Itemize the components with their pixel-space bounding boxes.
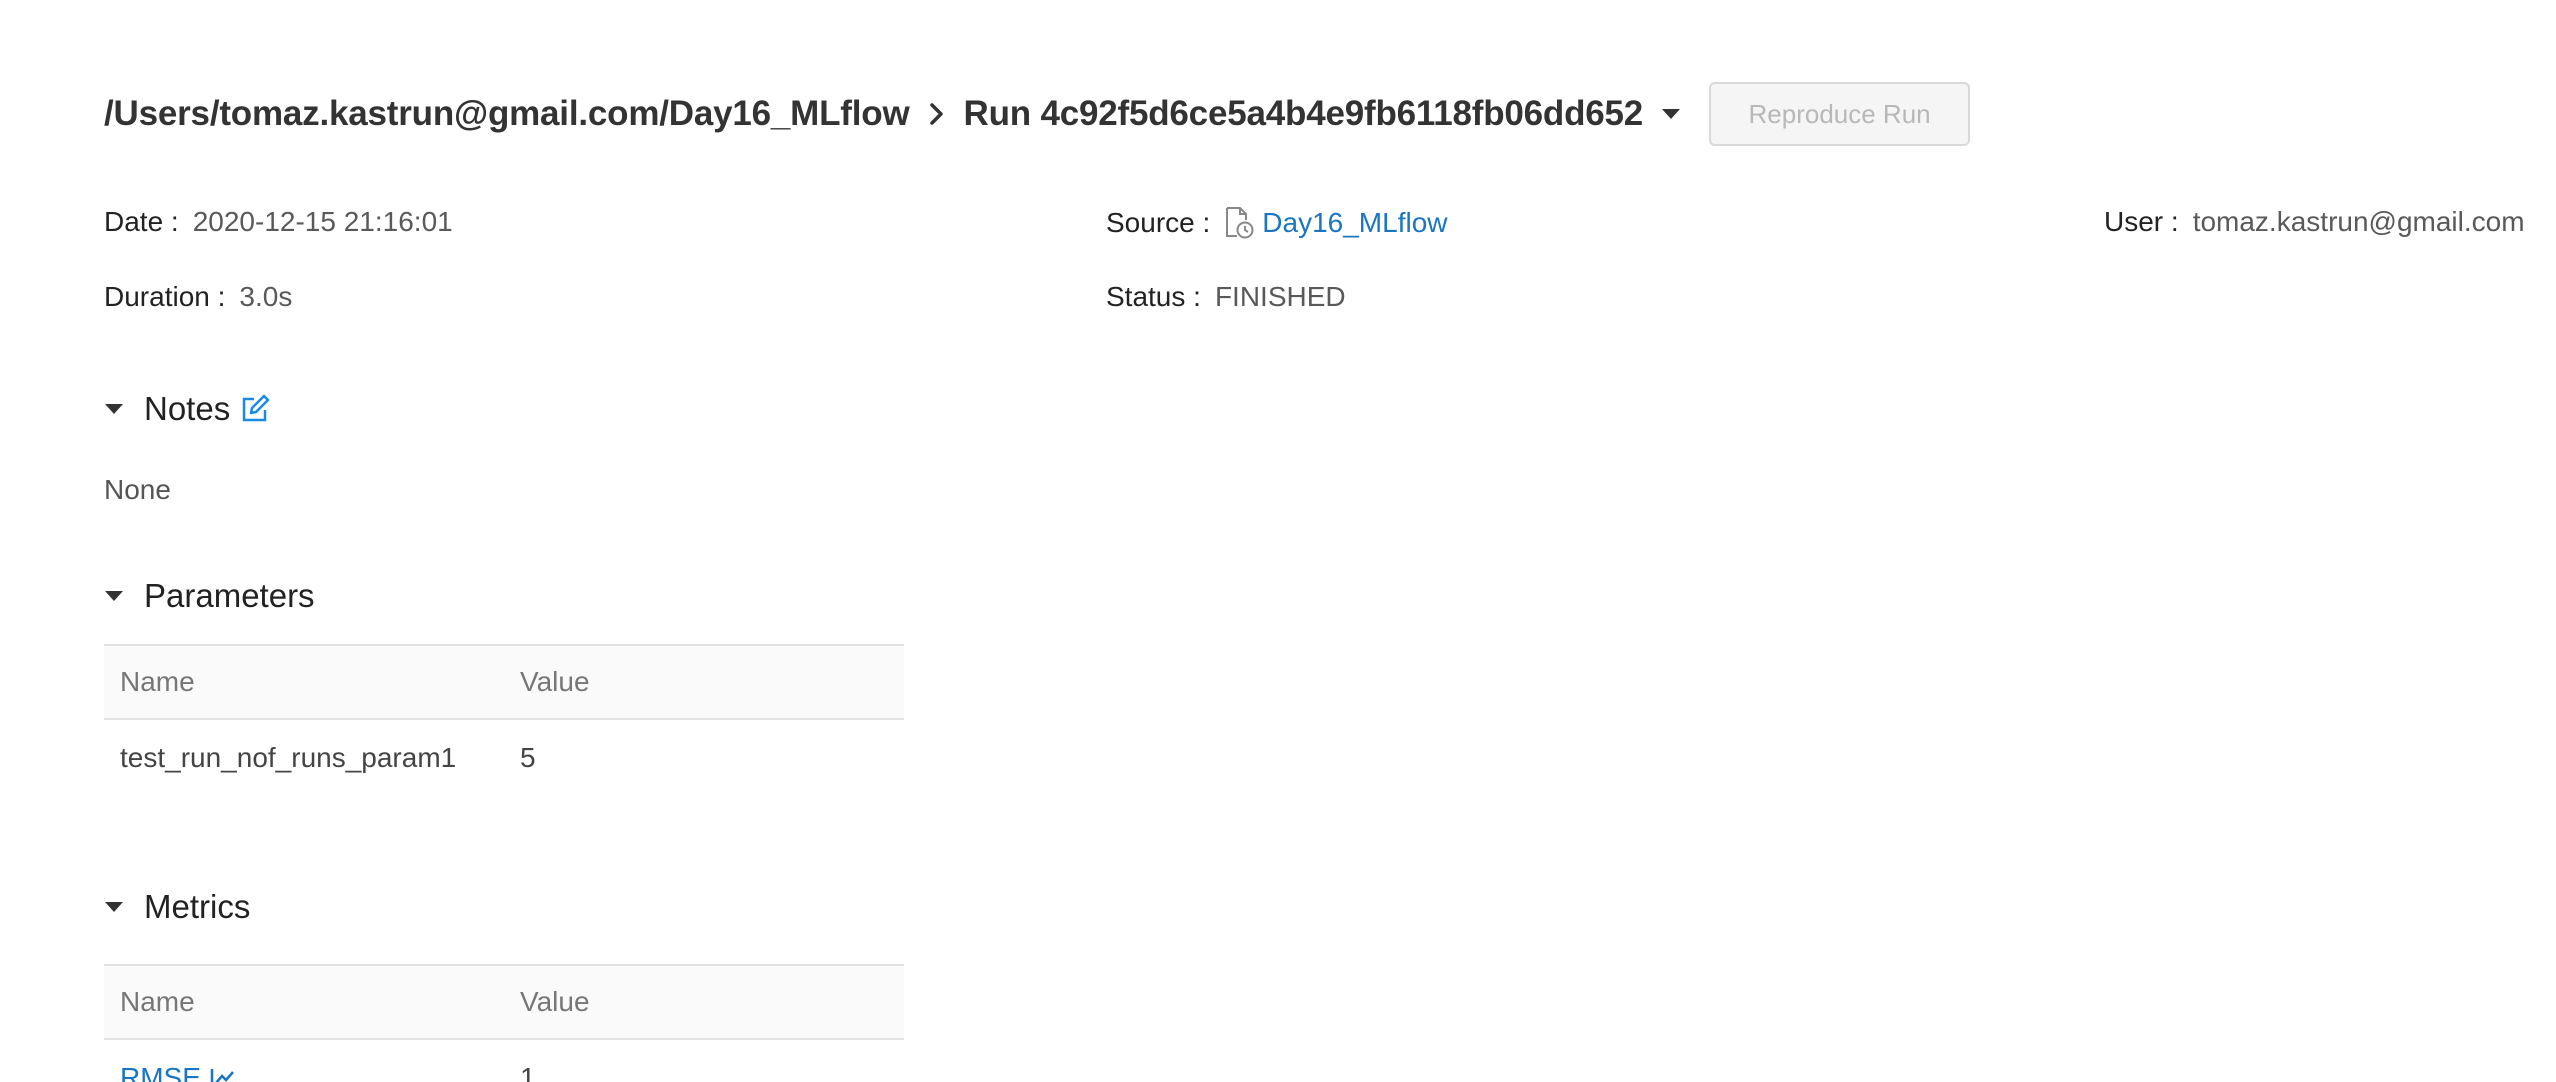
status-label: Status [1106,281,1186,312]
source-label: Source [1106,207,1195,238]
edit-icon[interactable] [240,394,270,424]
date-field: Date : 2020-12-15 21:16:01 [104,206,453,237]
notes-section-toggle[interactable]: Notes [104,390,270,428]
duration-field: Duration : 3.0s [104,281,293,312]
notebook-history-icon [1224,206,1254,240]
metric-link[interactable]: RMSE [120,1062,237,1082]
status-value: FINISHED [1214,281,1346,312]
user-value: tomaz.kastrun@gmail.com [2192,206,2525,237]
metrics-title: Metrics [144,888,251,925]
run-header: /Users/tomaz.kastrun@gmail.com/Day16_MLf… [104,82,1971,146]
table-header: Name Value [104,964,904,1040]
source-link[interactable]: Day16_MLflow [1262,207,1447,239]
table-row: RMSE 1 [104,1040,904,1082]
column-header-name[interactable]: Name [104,666,504,698]
duration-value: 3.0s [239,281,293,312]
duration-label: Duration [104,281,210,312]
column-header-value[interactable]: Value [504,666,904,698]
breadcrumb-experiment-link[interactable]: /Users/tomaz.kastrun@gmail.com/Day16_MLf… [104,94,910,134]
caret-down-icon[interactable] [104,581,144,611]
table-row: test_run_nof_runs_param1 5 [104,720,904,796]
parameters-section-toggle[interactable]: Parameters [104,577,315,615]
metrics-section-toggle[interactable]: Metrics [104,888,250,926]
metrics-table: Name Value RMSE 1 [104,964,904,1082]
chevron-right-icon [910,94,964,134]
caret-down-icon[interactable] [104,394,144,424]
column-header-value[interactable]: Value [504,986,904,1018]
user-field: User : tomaz.kastrun@gmail.com [2104,206,2525,237]
column-header-name[interactable]: Name [104,986,504,1018]
line-chart-icon[interactable] [209,1066,237,1082]
notes-title: Notes [144,390,231,427]
param-value: 5 [520,742,536,773]
status-field: Status : FINISHED [1106,281,1346,312]
metric-name: RMSE [120,1062,201,1082]
source-field: Source : Day16_MLflow [1106,206,1448,240]
run-detail-page: /Users/tomaz.kastrun@gmail.com/Day16_MLf… [0,0,2556,1082]
date-value: 2020-12-15 21:16:01 [192,206,453,237]
caret-down-icon[interactable] [1643,94,1699,134]
parameters-table: Name Value test_run_nof_runs_param1 5 [104,644,904,796]
date-label: Date [104,206,164,237]
parameters-title: Parameters [144,577,315,614]
metric-value: 1 [520,1062,536,1082]
reproduce-run-button[interactable]: Reproduce Run [1709,82,1971,146]
caret-down-icon[interactable] [104,892,144,922]
user-label: User [2104,206,2164,237]
run-title: Run 4c92f5d6ce5a4b4e9fb6118fb06dd652 [963,94,1644,133]
param-name: test_run_nof_runs_param1 [120,742,457,773]
table-header: Name Value [104,644,904,720]
notes-content: None [104,474,171,505]
